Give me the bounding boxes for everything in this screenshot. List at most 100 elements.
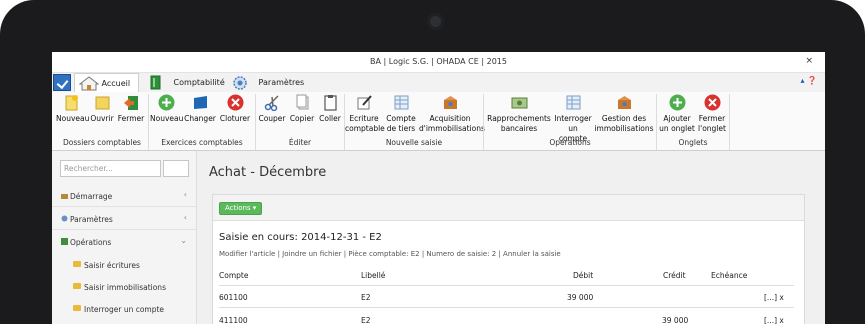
add-green-icon <box>669 94 686 111</box>
group-label: Dossiers comptables <box>63 138 141 147</box>
button-label: Ajouter <box>663 114 691 123</box>
blue-folder-icon <box>192 94 209 111</box>
button-label: Fermer <box>117 114 145 123</box>
home-icon <box>75 74 100 93</box>
scissors-icon <box>264 94 281 112</box>
copy-icon <box>294 94 311 111</box>
main-content: Achat - Décembre Actions ▾ Saisie en cou… <box>197 151 825 324</box>
help-icon[interactable]: ▴ ❓ <box>800 76 817 85</box>
button-label: de tiers <box>386 124 416 133</box>
button-label: Ouvrir <box>90 114 114 123</box>
sidebar-subitem-saisir-ecritures[interactable]: Saisir écritures <box>52 254 196 276</box>
sidebar-item-demarrage[interactable]: Démarrage ‹ <box>52 185 196 207</box>
sidebar: Rechercher... Démarrage ‹ Paramètres ‹ O… <box>52 151 197 324</box>
button-label: Rapprochements <box>487 114 551 123</box>
button-label: Compte <box>386 114 416 123</box>
sidebar-item-parametres[interactable]: Paramètres ‹ <box>52 208 196 230</box>
tab-parametres[interactable]: Paramètres <box>232 73 312 92</box>
ledger-icon <box>147 73 163 92</box>
chevron-left-icon: ‹ <box>183 213 187 222</box>
compte-de-tiers-button[interactable]: Compte de tiers <box>383 92 419 134</box>
column-header-echeance: Echéance <box>711 271 748 280</box>
gear-icon <box>232 73 248 92</box>
window-close-button[interactable]: × <box>805 56 813 66</box>
folder-icon <box>73 283 81 289</box>
sidebar-subitem-saisir-immobilisations[interactable]: Saisir immobilisations <box>52 276 196 298</box>
window-title: BA | Logic S.G. | OHADA CE | 2015 <box>370 57 507 66</box>
sidebar-item-label: Opérations <box>70 238 112 247</box>
table-cell-debit: 39 000 <box>567 293 594 302</box>
actions-dropdown-button[interactable]: Actions ▾ <box>219 202 263 215</box>
saisie-links[interactable]: Modifier l'article | Joindre un fichier … <box>219 250 561 258</box>
sidebar-subitem-label: Saisir écritures <box>84 261 140 270</box>
ouvrir-dossier-button[interactable]: Ouvrir <box>88 92 116 124</box>
ribbon-tabs: Accueil Comptabilité Paramètres ▴ ❓ <box>52 73 825 93</box>
clipboard-icon <box>322 94 339 111</box>
button-label: Ecriture <box>349 114 379 123</box>
group-label: Éditer <box>288 138 312 147</box>
ecriture-comptable-button[interactable]: Ecriture comptable <box>345 92 385 134</box>
fermer-onglet-button[interactable]: Fermer l'onglet <box>696 92 728 134</box>
sidebar-subitem-label: Saisir immobilisations <box>84 283 166 292</box>
button-label: Interroger <box>554 114 592 123</box>
sidebar-subitem-interroger-compte[interactable]: Interroger un compte <box>52 298 196 320</box>
button-label: bancaires <box>500 124 538 133</box>
copier-button[interactable]: Copier <box>288 92 316 124</box>
button-label: Cloturer <box>219 114 251 123</box>
table-cell-libelle: E2 <box>361 293 371 302</box>
acquisition-immobilisations-button[interactable]: Acquisition d'immobilisations <box>419 92 485 134</box>
button-label: comptable <box>345 124 385 133</box>
table-cell-credit: 39 000 <box>662 316 689 324</box>
group-label: Nouvelle saisie <box>385 138 443 147</box>
couper-button[interactable]: Couper <box>257 92 287 124</box>
tab-label: Comptabilité <box>173 78 225 87</box>
tab-accueil[interactable]: Accueil <box>74 73 139 92</box>
table-cell-compte: 601100 <box>219 293 248 302</box>
app-menu-button[interactable] <box>53 74 71 91</box>
button-label: Nouveau <box>150 114 184 123</box>
chevron-down-icon: ⌄ <box>180 236 187 245</box>
cloturer-exercice-button[interactable]: Cloturer <box>218 92 252 124</box>
row-actions[interactable]: [...] x <box>764 316 784 324</box>
column-header-libelle: Libellé <box>361 271 386 280</box>
table-cell-libelle: E2 <box>361 316 371 324</box>
button-label: l'onglet <box>698 124 726 133</box>
panel-header: Actions ▾ <box>213 195 804 221</box>
interroger-compte-button[interactable]: Interroger un compte <box>553 92 593 144</box>
coller-button[interactable]: Coller <box>316 92 344 124</box>
rapprochements-bancaires-button[interactable]: Rapprochements bancaires <box>485 92 553 134</box>
nouveau-exercice-button[interactable]: Nouveau <box>150 92 184 124</box>
search-input[interactable]: Rechercher... <box>60 160 161 177</box>
search-button[interactable] <box>163 160 189 177</box>
gestion-immobilisations-button[interactable]: Gestion des immobilisations <box>594 92 654 134</box>
changer-exercice-button[interactable]: Changer <box>183 92 217 124</box>
nouveau-dossier-button[interactable]: Nouveau <box>56 92 90 124</box>
sidebar-item-operations[interactable]: Opérations ⌄ <box>52 231 196 253</box>
button-label: Couper <box>258 114 286 123</box>
table-icon <box>393 94 410 111</box>
group-separator <box>729 94 730 150</box>
gear-icon <box>61 215 68 222</box>
column-header-compte: Compte <box>219 271 249 280</box>
table-icon <box>565 94 582 111</box>
exit-door-icon <box>123 94 140 111</box>
group-label: Exercices comptables <box>161 138 243 147</box>
button-label: Coller <box>319 114 341 123</box>
tab-comptabilite[interactable]: Comptabilité <box>147 73 227 92</box>
button-label: Acquisition <box>429 114 471 123</box>
button-label: Fermer <box>698 114 726 123</box>
column-header-debit: Débit <box>573 271 594 280</box>
group-separator <box>148 94 149 150</box>
group-label: Opérations <box>549 138 591 147</box>
chevron-left-icon: ‹ <box>183 190 187 199</box>
ajouter-onglet-button[interactable]: Ajouter un onglet <box>658 92 696 134</box>
home-icon <box>61 192 68 199</box>
new-folder-icon <box>63 94 80 111</box>
row-actions[interactable]: [...] x <box>764 293 784 302</box>
camera-icon <box>427 13 444 30</box>
open-folder-icon <box>94 94 111 111</box>
button-label: un onglet <box>659 124 695 133</box>
fermer-dossier-button[interactable]: Fermer <box>116 92 146 124</box>
button-label: Nouveau <box>56 114 90 123</box>
folder-icon <box>73 261 81 267</box>
